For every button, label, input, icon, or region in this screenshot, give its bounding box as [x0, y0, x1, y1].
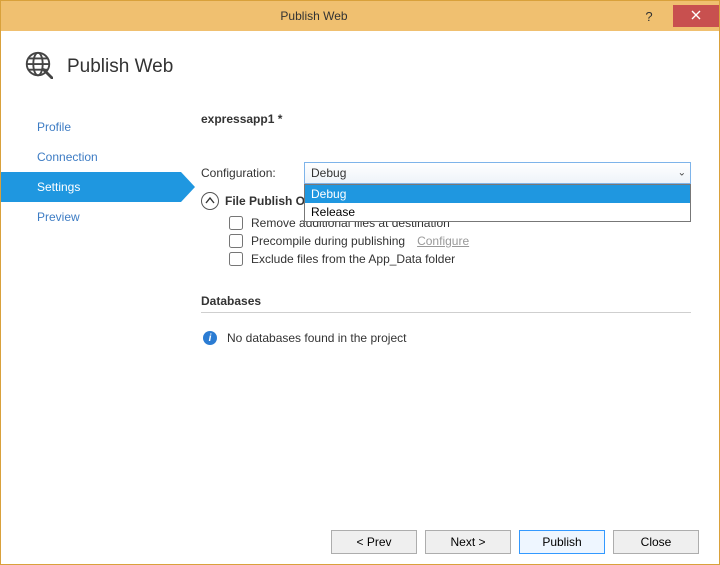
next-button[interactable]: Next > — [425, 530, 511, 554]
configuration-label: Configuration: — [201, 166, 296, 180]
sidebar-item-profile[interactable]: Profile — [37, 112, 181, 142]
close-button[interactable]: Close — [613, 530, 699, 554]
publish-web-dialog: Publish Web ? Publish Web Profile Connec… — [0, 0, 720, 565]
dialog-footer: < Prev Next > Publish Close — [331, 530, 699, 554]
configuration-dropdown[interactable]: Debug Release — [304, 184, 691, 222]
info-icon: i — [203, 331, 217, 345]
sidebar-item-connection[interactable]: Connection — [37, 142, 181, 172]
window-title: Publish Web — [1, 9, 627, 23]
main-panel: expressapp1 * Configuration: Debug ⌄ Fil… — [181, 108, 719, 564]
sidebar-item-preview[interactable]: Preview — [37, 202, 181, 232]
databases-header: Databases — [201, 294, 691, 313]
configuration-option-release[interactable]: Release — [305, 203, 690, 221]
project-name: expressapp1 * — [201, 108, 691, 126]
check-precompile[interactable]: Precompile during publishing Configure — [229, 234, 691, 248]
check-exclude-appdata-label: Exclude files from the App_Data folder — [251, 252, 455, 266]
configure-link[interactable]: Configure — [417, 234, 469, 248]
check-remove-files-box[interactable] — [229, 216, 243, 230]
check-precompile-box[interactable] — [229, 234, 243, 248]
configuration-row: Configuration: Debug ⌄ — [201, 162, 691, 184]
configuration-combobox[interactable]: Debug ⌄ — [304, 162, 691, 184]
dialog-body: Profile Connection Settings Preview expr… — [1, 108, 719, 564]
dialog-caption: Publish Web — [67, 56, 173, 78]
databases-none-row: i No databases found in the project — [203, 331, 691, 345]
databases-none-text: No databases found in the project — [227, 331, 406, 345]
configuration-value: Debug — [311, 166, 346, 180]
prev-button[interactable]: < Prev — [331, 530, 417, 554]
help-button[interactable]: ? — [627, 5, 671, 27]
publish-button[interactable]: Publish — [519, 530, 605, 554]
close-icon — [691, 7, 701, 25]
check-exclude-appdata[interactable]: Exclude files from the App_Data folder — [229, 252, 691, 266]
dialog-header: Publish Web — [1, 31, 719, 108]
sidebar: Profile Connection Settings Preview — [1, 108, 181, 564]
sidebar-item-settings[interactable]: Settings — [1, 172, 181, 202]
collapse-icon — [201, 192, 219, 210]
check-exclude-appdata-box[interactable] — [229, 252, 243, 266]
globe-icon — [23, 49, 53, 84]
configuration-option-debug[interactable]: Debug — [305, 185, 690, 203]
check-precompile-label: Precompile during publishing — [251, 234, 405, 248]
close-window-button[interactable] — [673, 5, 719, 27]
titlebar: Publish Web ? — [1, 1, 719, 31]
chevron-down-icon: ⌄ — [678, 168, 686, 179]
